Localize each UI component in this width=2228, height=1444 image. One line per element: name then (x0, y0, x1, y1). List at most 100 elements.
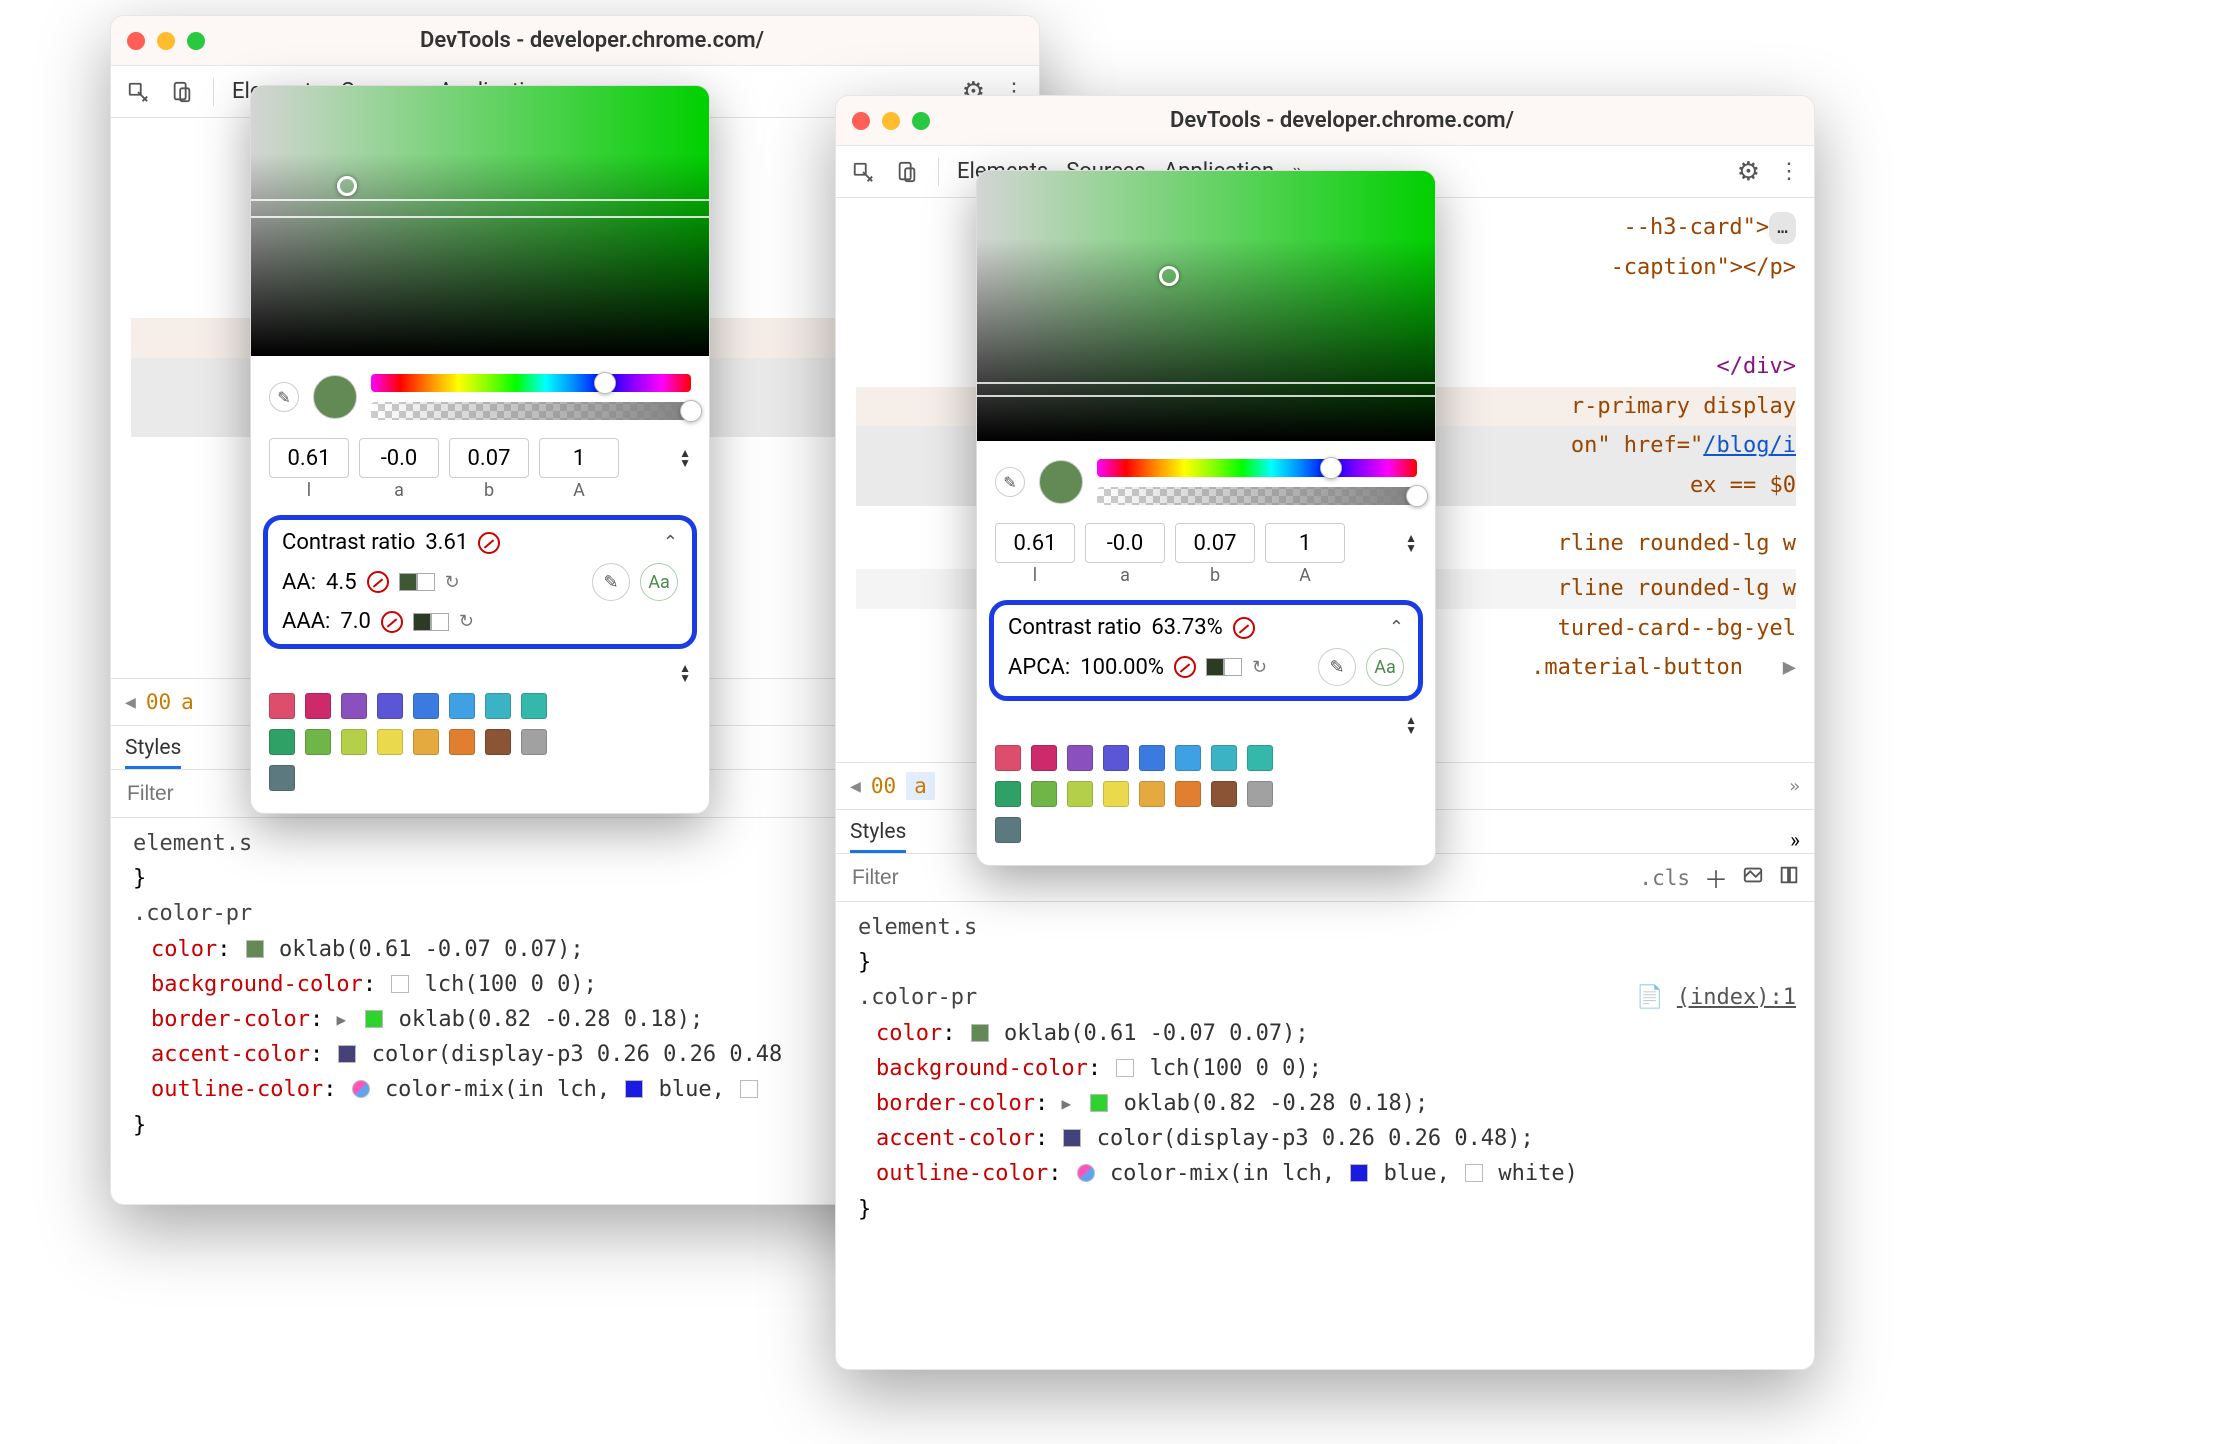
lab-l-input[interactable] (995, 523, 1075, 563)
palette-stepper-icon[interactable]: ▲▼ (679, 663, 691, 683)
color-swatch-icon[interactable] (365, 1010, 383, 1028)
palette-swatch[interactable] (521, 729, 547, 755)
filter-input[interactable] (850, 865, 970, 891)
sv-cursor-icon[interactable] (1159, 266, 1179, 286)
palette-swatch[interactable] (377, 729, 403, 755)
palette-swatch[interactable] (1067, 745, 1093, 771)
apply-suggestion-icon[interactable]: ↻ (459, 611, 474, 632)
palette-swatch[interactable] (1103, 781, 1129, 807)
palette-swatch[interactable] (995, 745, 1021, 771)
alpha-slider[interactable] (1097, 487, 1417, 505)
palette-swatch[interactable] (1175, 745, 1201, 771)
palette-stepper-icon[interactable]: ▲▼ (1405, 715, 1417, 735)
device-toggle-icon[interactable] (894, 159, 920, 185)
hue-slider[interactable] (371, 374, 691, 392)
kebab-menu-icon[interactable]: ⋮ (1778, 159, 1800, 184)
color-swatch-icon[interactable] (971, 1024, 989, 1042)
palette-swatch[interactable] (995, 781, 1021, 807)
palette-swatch[interactable] (1139, 781, 1165, 807)
collapse-icon[interactable]: ⌃ (663, 532, 678, 553)
eyedropper-icon[interactable]: ✎ (269, 382, 299, 412)
palette-swatch[interactable] (1211, 745, 1237, 771)
lab-a-input[interactable] (1085, 523, 1165, 563)
format-stepper-icon[interactable]: ▲▼ (679, 448, 691, 468)
color-swatch-icon[interactable] (740, 1080, 758, 1098)
palette-swatch[interactable] (269, 729, 295, 755)
palette-swatch[interactable] (449, 729, 475, 755)
saturation-value-area[interactable] (251, 86, 709, 356)
color-swatch-icon[interactable] (338, 1045, 356, 1063)
more-subtabs-icon[interactable]: » (1790, 829, 1800, 853)
palette-swatch[interactable] (995, 817, 1021, 843)
expand-icon[interactable]: ▶ (336, 1007, 346, 1033)
apca-swatch-icon[interactable] (1206, 658, 1242, 676)
apply-suggestion-icon[interactable]: ↻ (445, 572, 460, 593)
palette-swatch[interactable] (1247, 781, 1273, 807)
palette-swatch[interactable] (269, 693, 295, 719)
color-swatch-icon[interactable] (625, 1080, 643, 1098)
lab-b-input[interactable] (449, 438, 529, 478)
palette-swatch[interactable] (521, 693, 547, 719)
color-swatch-icon[interactable] (1090, 1094, 1108, 1112)
grid-overlay-icon[interactable] (1778, 864, 1800, 892)
color-mix-icon[interactable] (1077, 1164, 1095, 1182)
color-swatch-icon[interactable] (1116, 1059, 1134, 1077)
select-element-icon[interactable] (850, 159, 876, 185)
lab-alpha-input[interactable] (539, 438, 619, 478)
apply-suggestion-icon[interactable]: ↻ (1252, 657, 1267, 678)
color-swatch-icon[interactable] (1350, 1164, 1368, 1182)
collapse-icon[interactable]: ⌃ (1389, 617, 1404, 638)
palette-swatch[interactable] (413, 729, 439, 755)
sv-cursor-icon[interactable] (337, 176, 357, 196)
palette-swatch[interactable] (1031, 745, 1057, 771)
color-format-icon[interactable] (1742, 864, 1764, 892)
source-link-icon[interactable]: 📄 (1636, 985, 1663, 1010)
pick-background-icon[interactable]: ✎ (592, 563, 630, 601)
lab-l-input[interactable] (269, 438, 349, 478)
text-preview-icon[interactable]: Aa (1366, 648, 1404, 686)
palette-swatch[interactable] (341, 693, 367, 719)
saturation-value-area[interactable] (977, 171, 1435, 441)
palette-swatch[interactable] (305, 729, 331, 755)
palette-swatch[interactable] (341, 729, 367, 755)
alpha-slider[interactable] (371, 402, 691, 420)
palette-swatch[interactable] (269, 765, 295, 791)
styles-pane[interactable]: element.s } .color-pr 📄 (index):1 color:… (836, 902, 1814, 1245)
palette-swatch[interactable] (449, 693, 475, 719)
lab-a-input[interactable] (359, 438, 439, 478)
palette-swatch[interactable] (377, 693, 403, 719)
expand-icon[interactable]: ▶ (1061, 1091, 1071, 1117)
color-swatch-icon[interactable] (1465, 1164, 1483, 1182)
text-preview-icon[interactable]: Aa (640, 563, 678, 601)
palette-swatch[interactable] (1139, 745, 1165, 771)
format-stepper-icon[interactable]: ▲▼ (1405, 533, 1417, 553)
palette-swatch[interactable] (1175, 781, 1201, 807)
select-element-icon[interactable] (125, 79, 151, 105)
palette-swatch[interactable] (1247, 745, 1273, 771)
lab-alpha-input[interactable] (1265, 523, 1345, 563)
tab-styles[interactable]: Styles (125, 736, 181, 769)
aaa-swatch-icon[interactable] (413, 613, 449, 631)
lab-b-input[interactable] (1175, 523, 1255, 563)
filter-input[interactable] (125, 781, 245, 807)
color-picker-2[interactable]: ✎ ▲▼ l a b A Contrast ratio 63.73% ⌃ (976, 170, 1436, 866)
palette-swatch[interactable] (1211, 781, 1237, 807)
new-rule-icon[interactable]: ＋ (1704, 860, 1728, 895)
color-mix-icon[interactable] (352, 1080, 370, 1098)
color-swatch-icon[interactable] (1063, 1129, 1081, 1147)
tab-styles[interactable]: Styles (850, 820, 906, 853)
settings-icon[interactable]: ⚙ (1737, 157, 1760, 187)
palette-swatch[interactable] (413, 693, 439, 719)
pick-background-icon[interactable]: ✎ (1318, 648, 1356, 686)
close-icon[interactable] (852, 112, 870, 130)
palette-swatch[interactable] (1103, 745, 1129, 771)
close-icon[interactable] (127, 32, 145, 50)
palette-swatch[interactable] (1067, 781, 1093, 807)
source-link[interactable]: (index):1 (1677, 985, 1796, 1010)
palette-swatch[interactable] (1031, 781, 1057, 807)
eyedropper-icon[interactable]: ✎ (995, 467, 1025, 497)
aa-swatch-icon[interactable] (399, 573, 435, 591)
palette-swatch[interactable] (485, 729, 511, 755)
palette-swatch[interactable] (305, 693, 331, 719)
cls-button[interactable]: .cls (1639, 866, 1690, 890)
